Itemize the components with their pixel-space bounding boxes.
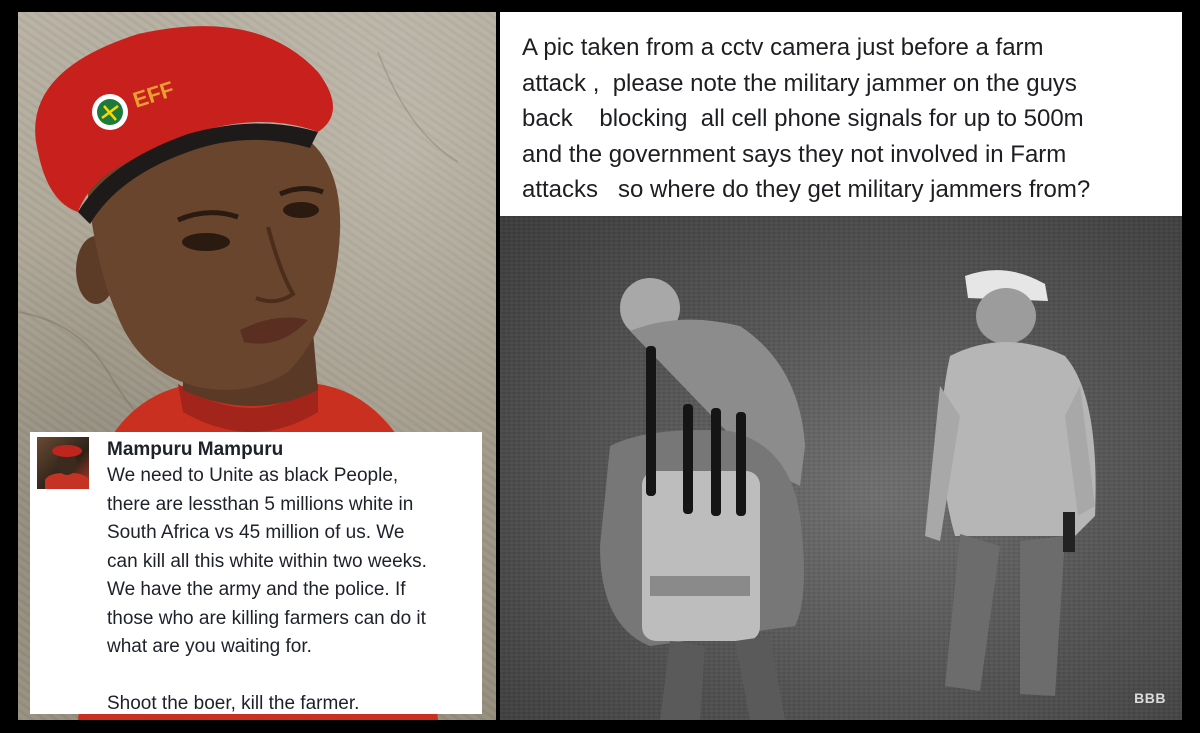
antenna-4 xyxy=(736,412,746,516)
comment-author-name[interactable]: Mampuru Mampuru xyxy=(107,439,283,461)
antenna-2 xyxy=(683,404,693,514)
comment-closing-line: Shoot the boer, kill the farmer. xyxy=(107,693,360,714)
caption-panel: A pic taken from a cctv camera just befo… xyxy=(500,12,1182,216)
handgun xyxy=(1063,512,1075,552)
antenna-3 xyxy=(711,408,721,516)
left-eye xyxy=(182,233,230,251)
right-eye xyxy=(283,202,319,218)
author-avatar[interactable] xyxy=(37,437,89,489)
comment-line: can kill all this white within two weeks… xyxy=(107,550,427,572)
cctv-figures xyxy=(600,270,1096,720)
comment-spacer xyxy=(107,662,479,691)
comment-line: there are lessthan 5 millions white in xyxy=(107,493,414,515)
right-person-head xyxy=(976,288,1036,344)
comment-line: those who are killing farmers can do it xyxy=(107,607,426,629)
facebook-comment-card: Mampuru Mampuru We need to Unite as blac… xyxy=(30,432,482,714)
cctv-photo: BBB xyxy=(500,216,1182,720)
watermark-text: BBB xyxy=(1134,690,1166,706)
antenna-1 xyxy=(646,346,656,496)
comment-line: what are you waiting for. xyxy=(107,636,312,657)
caption-text: A pic taken from a cctv camera just befo… xyxy=(522,34,1091,203)
comment-body: We need to Unite as black People, there … xyxy=(107,462,479,719)
comment-line: We need to Unite as black People, xyxy=(107,465,399,486)
comment-line: We have the army and the police. If xyxy=(107,579,406,600)
comment-line: South Africa vs 45 million of us. We xyxy=(107,522,405,543)
